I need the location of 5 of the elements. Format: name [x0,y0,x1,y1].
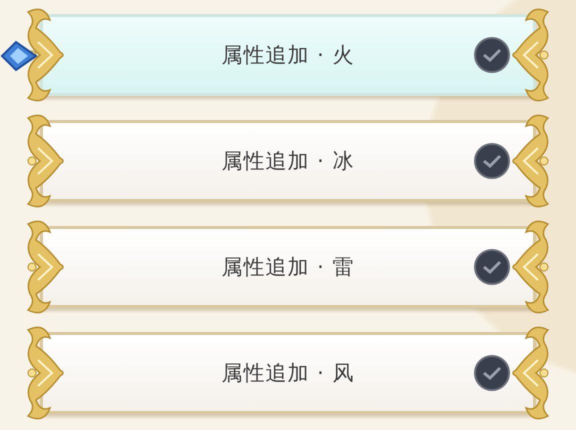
selection-arrow-icon [0,38,38,74]
option-button[interactable]: 属性追加 · 火 [40,14,536,96]
option-button[interactable]: 属性追加 · 风 [40,332,536,414]
option-button[interactable]: 属性追加 · 冰 [40,120,536,202]
option-button[interactable]: 属性追加 · 雷 [40,226,536,308]
